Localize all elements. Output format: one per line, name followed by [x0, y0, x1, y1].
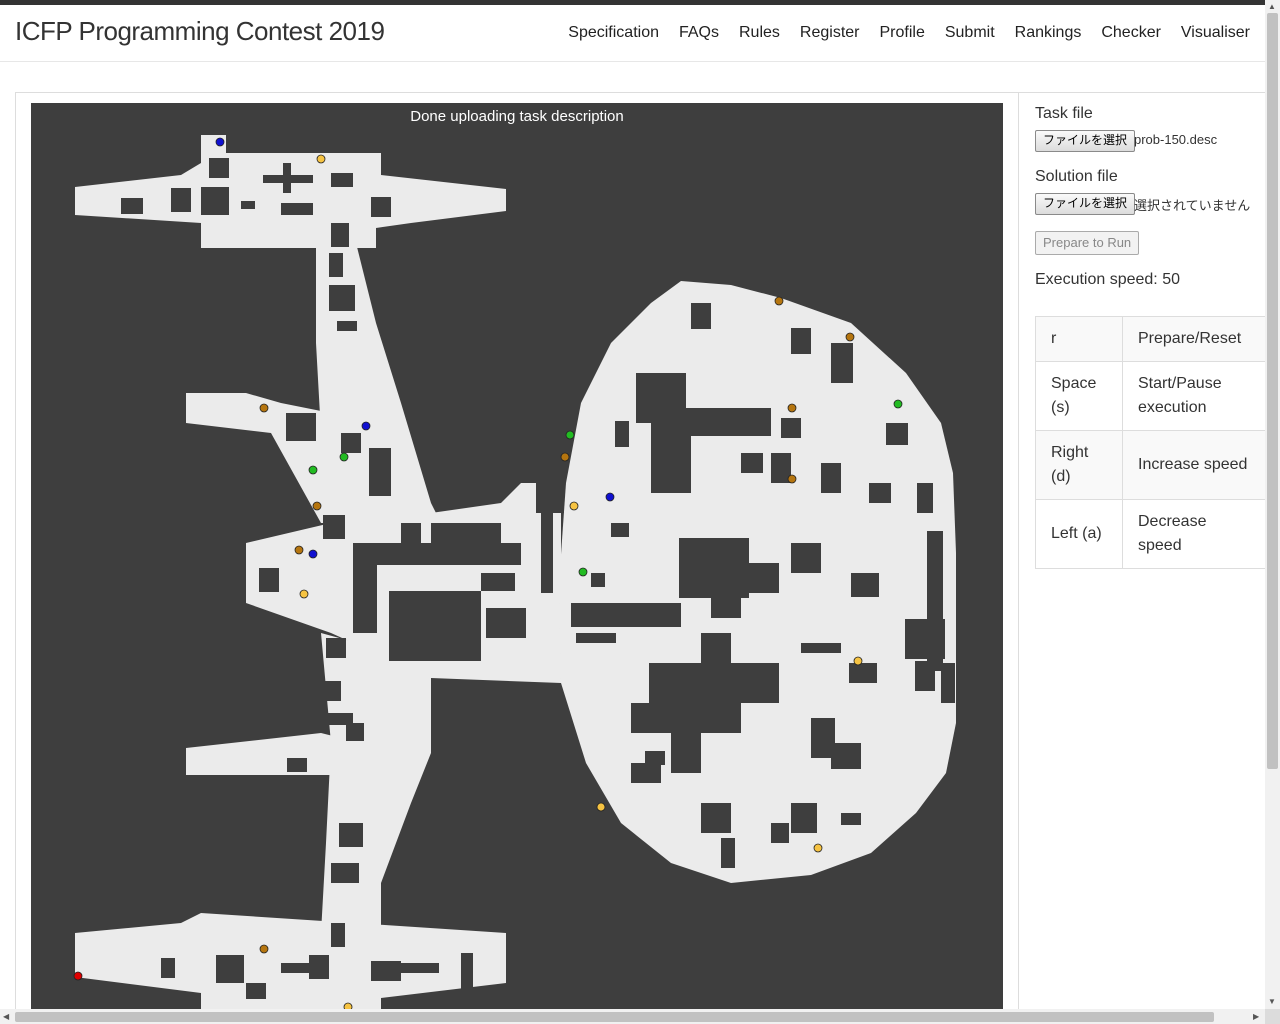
booster-yellow: [853, 656, 863, 666]
nav-faqs[interactable]: FAQs: [679, 24, 719, 42]
booster-green: [578, 567, 588, 577]
scroll-up-icon[interactable]: ▲: [1268, 2, 1276, 11]
booster-brown: [787, 403, 797, 413]
canvas-status-message: Done uploading task description: [410, 108, 624, 125]
booster-blue: [605, 492, 615, 502]
action-cell: Start/Pause execution: [1122, 361, 1267, 431]
solution-file-button[interactable]: ファイルを選択: [1035, 193, 1136, 215]
booster-brown: [294, 545, 304, 555]
control-sidebar: Task file ファイルを選択 prob-150.desc Solution…: [1018, 92, 1267, 1022]
booster-blue: [215, 137, 225, 147]
action-cell: Prepare/Reset: [1122, 316, 1267, 362]
solution-file-name: 選択されていません: [1134, 198, 1251, 213]
booster-blue: [361, 421, 371, 431]
key-cell: Left (a): [1035, 499, 1123, 569]
vertical-scroll-thumb[interactable]: [1267, 13, 1278, 769]
booster-green: [565, 430, 575, 440]
horizontal-scroll-thumb[interactable]: [15, 1012, 1214, 1022]
nav-submit[interactable]: Submit: [945, 24, 995, 42]
action-cell: Decrease speed: [1122, 499, 1267, 569]
key-bindings-table: r Prepare/Reset Space (s) Start/Pause ex…: [1035, 316, 1267, 569]
nav-profile[interactable]: Profile: [879, 24, 924, 42]
nav-register[interactable]: Register: [800, 24, 860, 42]
site-title[interactable]: ICFP Programming Contest 2019: [15, 16, 385, 47]
table-row: Right (d) Increase speed: [1035, 430, 1267, 500]
scroll-left-icon[interactable]: ◀: [3, 1012, 9, 1021]
scroll-down-icon[interactable]: ▼: [1268, 997, 1276, 1006]
booster-brown: [774, 296, 784, 306]
execution-speed: Execution speed: 50: [1035, 271, 1180, 288]
booster-brown: [312, 501, 322, 511]
booster-brown: [560, 452, 570, 462]
booster-green: [339, 452, 349, 462]
key-cell: Space (s): [1035, 361, 1123, 431]
map-canvas[interactable]: Done uploading task description: [31, 103, 1003, 1009]
prepare-run-button[interactable]: Prepare to Run: [1035, 231, 1140, 255]
table-row: r Prepare/Reset: [1035, 316, 1267, 362]
task-file-label: Task file: [1035, 105, 1093, 122]
booster-green: [308, 465, 318, 475]
table-row: Left (a) Decrease speed: [1035, 499, 1267, 569]
task-file-name: prob-150.desc: [1134, 132, 1218, 147]
booster-yellow: [299, 589, 309, 599]
map-markers: [73, 137, 903, 1009]
main-nav: Specification FAQs Rules Register Profil…: [548, 5, 1250, 61]
booster-yellow: [316, 154, 326, 164]
nav-rules[interactable]: Rules: [739, 24, 780, 42]
nav-visualiser[interactable]: Visualiser: [1181, 24, 1250, 42]
booster-brown: [259, 403, 269, 413]
booster-green: [893, 399, 903, 409]
scrollbar-corner: [1265, 1009, 1280, 1024]
booster-yellow: [596, 802, 606, 812]
table-row: Space (s) Start/Pause execution: [1035, 361, 1267, 431]
key-cell: r: [1035, 316, 1123, 362]
solution-file-label: Solution file: [1035, 168, 1118, 185]
navbar: ICFP Programming Contest 2019 Specificat…: [0, 5, 1265, 62]
booster-brown: [845, 332, 855, 342]
task-file-button[interactable]: ファイルを選択: [1035, 130, 1136, 152]
action-cell: Increase speed: [1122, 430, 1267, 500]
booster-yellow: [569, 501, 579, 511]
nav-checker[interactable]: Checker: [1101, 24, 1161, 42]
booster-blue: [308, 549, 318, 559]
nav-rankings[interactable]: Rankings: [1015, 24, 1082, 42]
key-cell: Right (d): [1035, 430, 1123, 500]
booster-brown: [259, 944, 269, 954]
scroll-right-icon[interactable]: ▶: [1253, 1012, 1259, 1021]
nav-specification[interactable]: Specification: [568, 24, 659, 42]
booster-yellow: [813, 843, 823, 853]
robot-marker: [73, 971, 83, 981]
booster-brown: [787, 474, 797, 484]
